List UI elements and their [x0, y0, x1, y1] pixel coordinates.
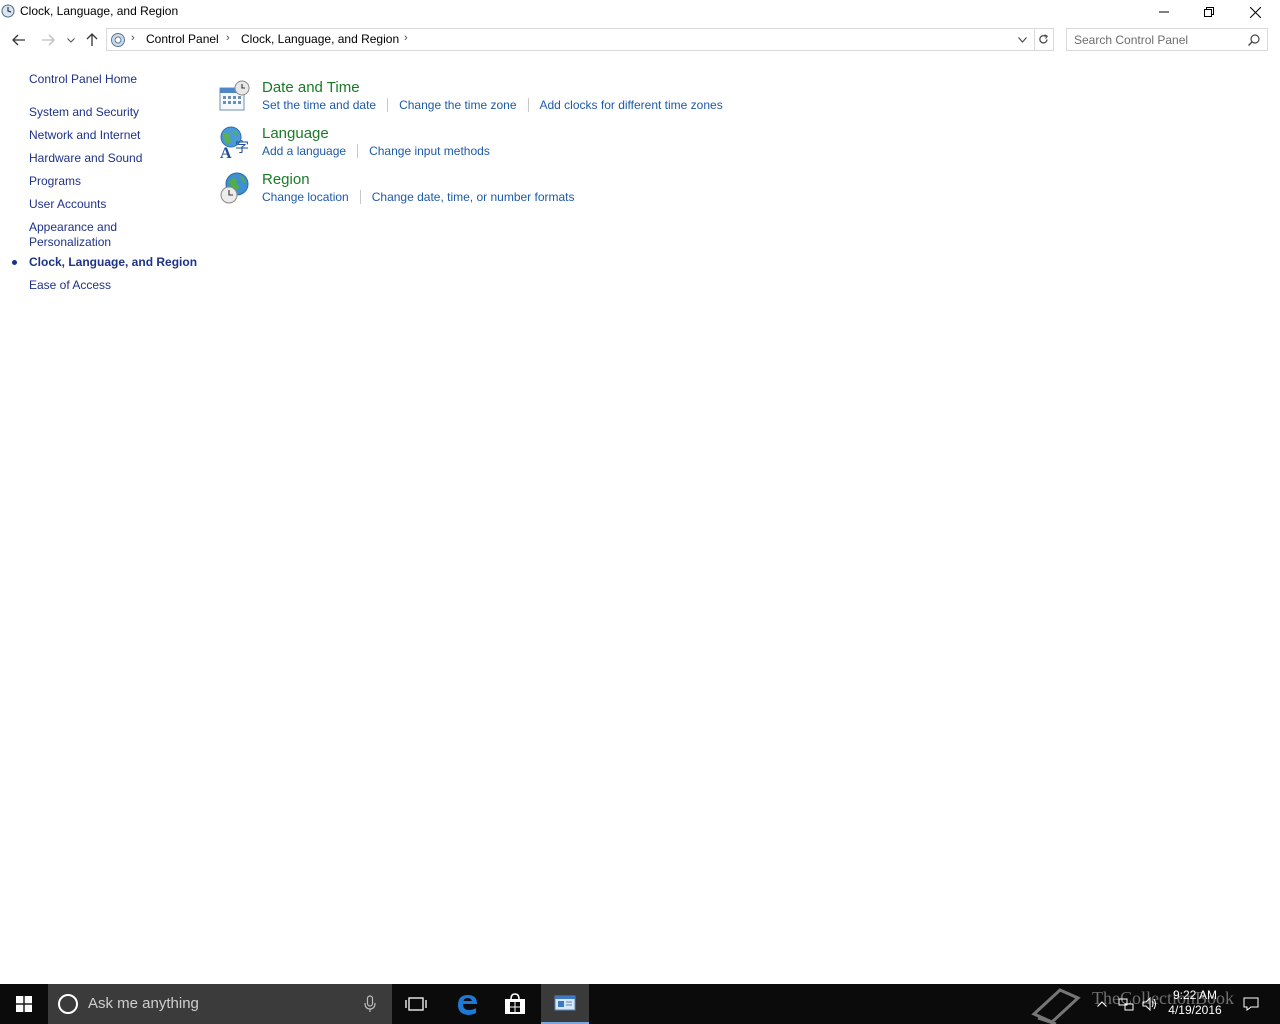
- volume-tray-button[interactable]: [1140, 984, 1160, 1024]
- breadcrumb-separator-icon[interactable]: ›: [404, 32, 408, 44]
- up-arrow-icon: [86, 33, 98, 46]
- link-change-input-methods[interactable]: Change input methods: [369, 144, 490, 158]
- microphone-icon[interactable]: [364, 995, 376, 1013]
- sidebar-item-ease-of-access[interactable]: Ease of Access: [29, 278, 111, 293]
- start-button[interactable]: [0, 984, 48, 1024]
- restore-icon: [1204, 7, 1214, 17]
- sidebar-item-network-internet[interactable]: Network and Internet: [29, 128, 140, 143]
- chevron-down-icon: [67, 37, 75, 43]
- recent-locations-button[interactable]: [61, 29, 81, 51]
- calendar-clock-icon: [219, 80, 250, 111]
- category-language: A 字 Language Add a language Change input…: [218, 125, 918, 169]
- control-panel-home-link[interactable]: Control Panel Home: [29, 72, 137, 87]
- link-divider: [387, 98, 389, 112]
- sidebar-item-appearance-personalization[interactable]: Appearance and: [29, 220, 117, 235]
- link-add-language[interactable]: Add a language: [262, 144, 346, 158]
- control-panel-taskbar-button[interactable]: [541, 984, 589, 1024]
- link-divider: [357, 144, 359, 158]
- chevron-up-icon: [1097, 1001, 1107, 1007]
- clock-date: 4/19/2016: [1168, 1003, 1222, 1017]
- svg-text:字: 字: [235, 140, 249, 156]
- task-view-button[interactable]: [392, 984, 440, 1024]
- svg-text:A: A: [220, 145, 232, 159]
- link-divider: [527, 98, 529, 112]
- minimize-button[interactable]: [1141, 0, 1187, 24]
- sidebar-item-system-security[interactable]: System and Security: [29, 105, 139, 120]
- show-hidden-icons-button[interactable]: [1094, 984, 1110, 1024]
- close-icon: [1249, 6, 1261, 18]
- category-region: Region Change location Change date, time…: [218, 171, 918, 215]
- breadcrumb-clock-language-region[interactable]: Clock, Language, and Region: [241, 32, 399, 46]
- edge-browser-button[interactable]: [443, 984, 491, 1024]
- sidebar-item-clock-language-region[interactable]: Clock, Language, and Region: [29, 255, 197, 270]
- breadcrumb-separator-icon[interactable]: ›: [226, 32, 230, 44]
- store-button[interactable]: [491, 984, 539, 1024]
- control-panel-app-icon: [554, 995, 576, 1011]
- close-button[interactable]: [1232, 0, 1278, 24]
- store-bag-icon: [505, 993, 525, 1014]
- navigation-bar: › Control Panel › Clock, Language, and R…: [0, 27, 1280, 53]
- action-center-button[interactable]: [1240, 984, 1262, 1024]
- cortana-placeholder: Ask me anything: [88, 995, 199, 1012]
- region-globe-clock-icon: [220, 172, 249, 204]
- link-divider: [359, 190, 361, 204]
- speaker-icon: [1142, 997, 1156, 1011]
- network-icon: [1118, 998, 1134, 1011]
- category-title-date-and-time[interactable]: Date and Time: [262, 79, 360, 96]
- book-logo-icon: [1031, 988, 1081, 1024]
- chevron-down-icon: [1017, 37, 1027, 43]
- title-bar: Clock, Language, and Region: [0, 0, 1280, 24]
- address-bar[interactable]: › Control Panel › Clock, Language, and R…: [106, 28, 1035, 51]
- refresh-button[interactable]: [1034, 28, 1054, 51]
- windows-logo-icon: [16, 996, 32, 1012]
- clock-time: 9:22 AM: [1172, 988, 1218, 1002]
- category-title-language[interactable]: Language: [262, 125, 329, 142]
- cortana-search-box[interactable]: Ask me anything: [48, 984, 392, 1024]
- back-button[interactable]: [8, 29, 30, 51]
- link-change-formats[interactable]: Change date, time, or number formats: [372, 190, 575, 204]
- current-item-bullet-icon: [12, 260, 17, 265]
- cortana-icon: [58, 994, 78, 1014]
- search-box[interactable]: [1066, 28, 1268, 51]
- category-date-and-time: Date and Time Set the time and date Chan…: [218, 79, 918, 123]
- sidebar-item-appearance-personalization-line2[interactable]: Personalization: [29, 235, 111, 250]
- control-panel-icon: [1, 4, 15, 18]
- link-set-time-and-date[interactable]: Set the time and date: [262, 98, 376, 112]
- notification-icon: [1243, 997, 1259, 1011]
- network-tray-button[interactable]: [1116, 984, 1136, 1024]
- breadcrumb-separator-icon[interactable]: ›: [131, 32, 135, 44]
- up-button[interactable]: [81, 29, 103, 51]
- minimize-icon: [1159, 11, 1169, 13]
- search-icon[interactable]: [1248, 34, 1260, 46]
- refresh-icon: [1039, 34, 1048, 44]
- language-globe-icon: A 字: [220, 126, 249, 159]
- forward-button[interactable]: [37, 29, 59, 51]
- back-arrow-icon: [12, 34, 25, 46]
- sidebar-item-programs[interactable]: Programs: [29, 174, 81, 189]
- link-change-location[interactable]: Change location: [262, 190, 349, 204]
- category-title-region[interactable]: Region: [262, 171, 310, 188]
- window-title: Clock, Language, and Region: [20, 4, 179, 18]
- link-add-clocks[interactable]: Add clocks for different time zones: [540, 98, 723, 112]
- sidebar-item-user-accounts[interactable]: User Accounts: [29, 197, 106, 212]
- restore-button[interactable]: [1186, 0, 1232, 24]
- breadcrumb-control-panel[interactable]: Control Panel: [146, 32, 219, 46]
- edge-icon: [458, 995, 477, 1015]
- link-change-time-zone[interactable]: Change the time zone: [399, 98, 516, 112]
- taskbar: Ask me anything TheCollectionBook 9:22 A…: [0, 984, 1280, 1024]
- search-input[interactable]: [1074, 32, 1244, 48]
- forward-arrow-icon: [42, 34, 55, 46]
- sidebar-item-hardware-sound[interactable]: Hardware and Sound: [29, 151, 142, 166]
- task-view-icon: [405, 997, 427, 1011]
- taskbar-clock[interactable]: 9:22 AM 4/19/2016: [1158, 988, 1232, 1018]
- address-dropdown-button[interactable]: [1013, 31, 1031, 49]
- control-panel-location-icon: [111, 33, 125, 47]
